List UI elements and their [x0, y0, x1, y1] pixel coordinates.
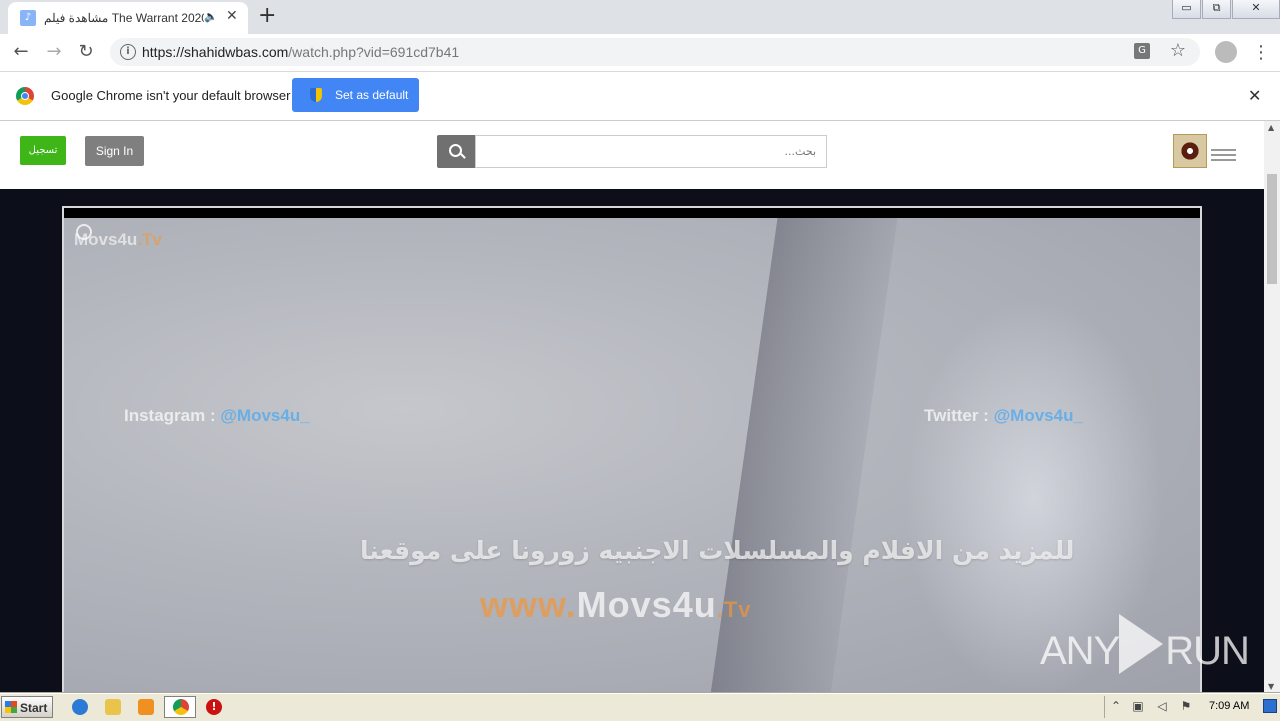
forward-button[interactable]: →: [42, 40, 66, 64]
watermark-twitter: Twitter : @Movs4u_: [924, 406, 1083, 426]
watermark-logo-suffix: .Tv: [137, 230, 162, 249]
start-label: Start: [20, 701, 48, 715]
search-input[interactable]: [475, 135, 827, 168]
video-frame[interactable]: Movs4u.Tv Instagram : @Movs4u_ Twitter :…: [64, 218, 1200, 695]
profile-avatar-icon[interactable]: [1215, 41, 1237, 63]
twitter-handle: @Movs4u_: [993, 406, 1083, 425]
system-tray: ⌃ ▣ ◁ ⚑ 7:09 AM: [1104, 696, 1280, 718]
tab-close-icon[interactable]: ✕: [226, 8, 238, 24]
translate-icon[interactable]: G: [1134, 43, 1150, 59]
set-as-default-button[interactable]: Set as default: [292, 78, 419, 112]
register-button[interactable]: تسجيل: [20, 136, 66, 165]
instagram-handle: @Movs4u_: [220, 406, 310, 425]
chrome-menu-icon[interactable]: ⋮: [1252, 42, 1270, 63]
reload-button[interactable]: ↻: [74, 40, 98, 64]
hamburger-menu-icon[interactable]: [1211, 149, 1236, 151]
back-button[interactable]: ←: [9, 40, 33, 64]
minimize-button[interactable]: ▭: [1172, 0, 1201, 19]
maximize-button[interactable]: ⧉: [1202, 0, 1231, 19]
internet-explorer-icon[interactable]: [72, 699, 88, 715]
watermark-instagram: Instagram : @Movs4u_: [124, 406, 310, 426]
site-name: Movs4u: [576, 584, 717, 625]
media-player-icon[interactable]: [138, 699, 154, 715]
site-prefix: www.: [480, 584, 577, 625]
alert-icon[interactable]: !: [206, 699, 222, 715]
site-header: تسجيل Sign In: [0, 121, 1264, 189]
set-as-default-label: Set as default: [335, 88, 409, 102]
anyrun-left: ANY: [1040, 629, 1120, 673]
flag-icon[interactable]: ⚑: [1179, 699, 1193, 713]
browser-tab[interactable]: ♪ مشاهدة فيلم The Warrant 2020 🔈 ✕: [8, 2, 248, 34]
clock[interactable]: 7:09 AM: [1209, 700, 1249, 712]
scroll-down-icon[interactable]: ▼: [1268, 682, 1274, 691]
video-player[interactable]: Movs4u.Tv Instagram : @Movs4u_ Twitter :…: [62, 206, 1202, 695]
url-path: /watch.php?vid=691cd7b41: [288, 44, 460, 60]
scroll-up-icon[interactable]: ▲: [1268, 123, 1274, 132]
anyrun-right: RUN: [1165, 629, 1250, 673]
chevron-up-icon[interactable]: ⌃: [1109, 699, 1123, 713]
url-text[interactable]: https://shahidwbas.com/watch.php?vid=691…: [142, 44, 459, 60]
anyrun-watermark: ANY RUN: [1040, 612, 1250, 674]
site-info-icon[interactable]: i: [120, 44, 136, 60]
window-close-button[interactable]: ✕: [1232, 0, 1280, 19]
taskbar-chrome-button[interactable]: [164, 696, 196, 718]
user-icon: [76, 224, 92, 240]
speaker-icon[interactable]: 🔈: [204, 10, 218, 23]
network-icon[interactable]: ▣: [1131, 699, 1145, 713]
twitter-label: Twitter :: [924, 406, 994, 425]
page-scrollbar[interactable]: ▲ ▼: [1264, 121, 1280, 693]
url-host: https://shahidwbas.com: [142, 44, 289, 60]
volume-icon[interactable]: ◁: [1155, 699, 1169, 713]
tab-strip: ♪ مشاهدة فيلم The Warrant 2020 🔈 ✕ + ▭ ⧉…: [0, 0, 1280, 34]
show-desktop-icon[interactable]: [1263, 699, 1277, 713]
site-logo[interactable]: [1173, 134, 1207, 168]
search-button[interactable]: [437, 135, 475, 168]
site-suffix: .Tv: [716, 597, 752, 622]
address-bar[interactable]: i https://shahidwbas.com/watch.php?vid=6…: [110, 38, 1200, 66]
watermark-arabic-caption: للمزيد من الافلام والمسلسلات الاجنبيه زو…: [360, 536, 1075, 565]
windows-logo-icon: [5, 701, 17, 713]
sign-in-button[interactable]: Sign In: [85, 136, 144, 166]
start-button[interactable]: Start: [1, 696, 53, 718]
chrome-icon: [173, 699, 189, 715]
music-note-icon: ♪: [20, 10, 36, 26]
watermark-site: www.Movs4u.Tv: [480, 584, 752, 626]
instagram-label: Instagram :: [124, 406, 221, 425]
infobar-message: Google Chrome isn't your default browser: [51, 88, 291, 103]
chrome-logo-icon: [16, 87, 34, 105]
web-page: تسجيل Sign In Movs4u.Tv Instagram : @Mov…: [0, 121, 1264, 695]
bookmark-star-icon[interactable]: ☆: [1170, 40, 1186, 61]
folder-icon[interactable]: [105, 699, 121, 715]
windows-taskbar: Start ! ⌃ ▣ ◁ ⚑ 7:09 AM: [0, 693, 1280, 721]
scroll-thumb[interactable]: [1267, 174, 1277, 284]
default-browser-infobar: Google Chrome isn't your default browser…: [0, 72, 1280, 121]
new-tab-button[interactable]: +: [258, 3, 276, 28]
infobar-close-icon[interactable]: ✕: [1248, 86, 1261, 105]
window-controls: ▭ ⧉ ✕: [1171, 0, 1280, 20]
uac-shield-icon: [310, 88, 322, 102]
browser-toolbar: ← → ↻ i https://shahidwbas.com/watch.php…: [0, 34, 1280, 72]
play-icon: [1119, 614, 1164, 674]
tab-title: مشاهدة فيلم The Warrant 2020: [44, 11, 204, 25]
